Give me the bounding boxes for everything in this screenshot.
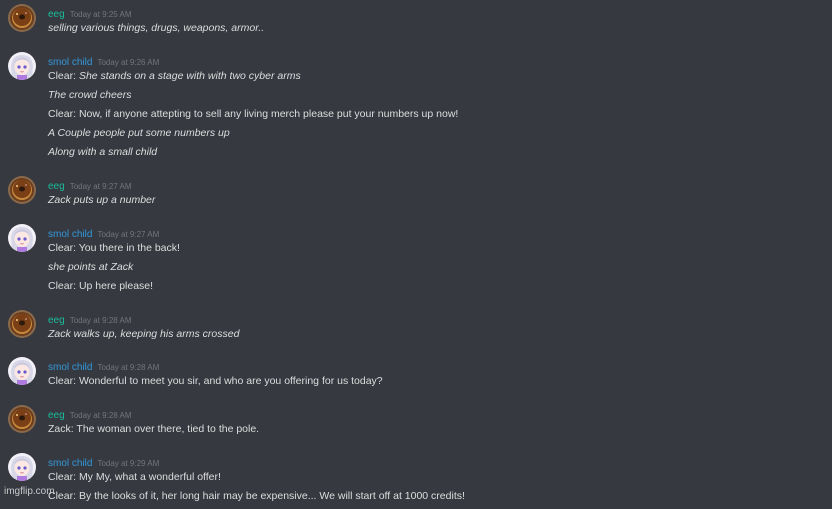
message-header: smol child Today at 9:27 AM [48,224,160,240]
message-text: Clear: Now, if anyone attepting to sell … [48,108,458,120]
message-text: Zack puts up a number [48,194,155,206]
anime-girl-avatar-icon[interactable] [8,357,36,385]
message-group: smol child Today at 9:27 AM Clear: You the… [0,224,832,299]
username[interactable]: eeg [48,9,65,20]
anime-girl-avatar-icon[interactable] [8,453,36,481]
message-text: A Couple people put some numbers up [48,127,230,139]
message-text: Clear: Wonderful to meet you sir, and wh… [48,375,383,387]
anime-girl-avatar-icon[interactable] [8,52,36,80]
timestamp: Today at 9:27 AM [97,230,160,239]
message-group: smol child Today at 9:26 AM Clear: She sta… [0,52,832,165]
donut-avatar-icon[interactable] [8,405,36,433]
speaker-prefix: Clear: [48,242,79,254]
message-text: Clear: Up here please! [48,280,153,292]
message-content: Zack walks up, keeping his arms crossed [48,328,240,340]
message-content: She stands on a stage with with two cybe… [78,70,301,82]
message-header: eeg Today at 9:28 AM [48,405,132,421]
message-text: Clear: By the looks of it, her long hair… [48,490,465,502]
message-content: A Couple people put some numbers up [48,127,230,139]
message-text: Clear: She stands on a stage with with t… [48,70,301,82]
message-content: selling various things, drugs, weapons, … [48,22,265,34]
message-content: The woman over there, tied to the pole. [76,423,260,435]
message-text: Clear: You there in the back! [48,242,180,254]
message-text: Zack walks up, keeping his arms crossed [48,328,239,340]
donut-avatar-icon[interactable] [8,176,36,204]
speaker-prefix: Clear: [48,471,79,483]
donut-avatar-icon[interactable] [8,4,36,32]
timestamp: Today at 9:25 AM [69,10,132,19]
message-content: My My, what a wonderful offer! [78,471,221,483]
speaker-prefix: Zack: [48,423,77,435]
imgflip-watermark: imgflip.com [4,486,55,497]
message-text: Along with a small child [48,146,157,158]
message-text: Zack: The woman over there, tied to the … [48,423,259,435]
message-text: Clear: My My, what a wonderful offer! [48,471,221,483]
message-group: eeg Today at 9:28 AM Zack: The woman over … [0,405,832,442]
message-header: eeg Today at 9:27 AM [48,176,132,192]
timestamp: Today at 9:28 AM [69,411,132,420]
timestamp: Today at 9:26 AM [97,58,160,67]
message-group: eeg Today at 9:27 AM Zack puts up a number [0,176,832,213]
speaker-prefix: Clear: [48,375,79,387]
message-content: Along with a small child [48,146,158,158]
message-header: smol child Today at 9:28 AM [48,357,160,373]
username[interactable]: eeg [48,315,65,326]
message-group: smol child Today at 9:28 AM Clear: Wonderf… [0,357,832,394]
speaker-prefix: Clear: [48,280,79,292]
username[interactable]: smol child [48,229,92,240]
message-group: eeg Today at 9:25 AM selling various thing… [0,4,832,41]
message-header: eeg Today at 9:25 AM [48,4,132,20]
message-content: By the looks of it, her long hair may be… [78,490,465,502]
message-text: The crowd cheers [48,89,131,101]
message-text: she points at Zack [48,261,133,273]
timestamp: Today at 9:28 AM [97,363,160,372]
message-group: smol child Today at 9:29 AM Clear: My My, … [0,453,832,509]
message-header: smol child Today at 9:29 AM [48,453,160,469]
message-header: smol child Today at 9:26 AM [48,52,160,68]
message-content: Up here please! [78,280,154,292]
username[interactable]: eeg [48,181,65,192]
timestamp: Today at 9:27 AM [69,182,132,191]
speaker-prefix: Clear: [48,108,79,120]
message-text: selling various things, drugs, weapons, … [48,22,264,34]
message-content: she points at Zack [48,261,134,273]
timestamp: Today at 9:28 AM [69,316,132,325]
username[interactable]: smol child [48,458,92,469]
username[interactable]: eeg [48,410,65,421]
chat-messages[interactable]: eeg Today at 9:25 AM selling various thing… [0,0,832,502]
message-content: You there in the back! [78,242,180,254]
message-content: The crowd cheers [48,89,132,101]
message-group: eeg Today at 9:28 AM Zack walks up, keepin… [0,310,832,347]
timestamp: Today at 9:29 AM [97,459,160,468]
username[interactable]: smol child [48,57,92,68]
message-content: Now, if anyone attepting to sell any liv… [78,108,459,120]
message-content: Wonderful to meet you sir, and who are y… [78,375,383,387]
speaker-prefix: Clear: [48,70,79,82]
message-header: eeg Today at 9:28 AM [48,310,132,326]
anime-girl-avatar-icon[interactable] [8,224,36,252]
donut-avatar-icon[interactable] [8,310,36,338]
username[interactable]: smol child [48,362,92,373]
message-content: Zack puts up a number [48,194,156,206]
